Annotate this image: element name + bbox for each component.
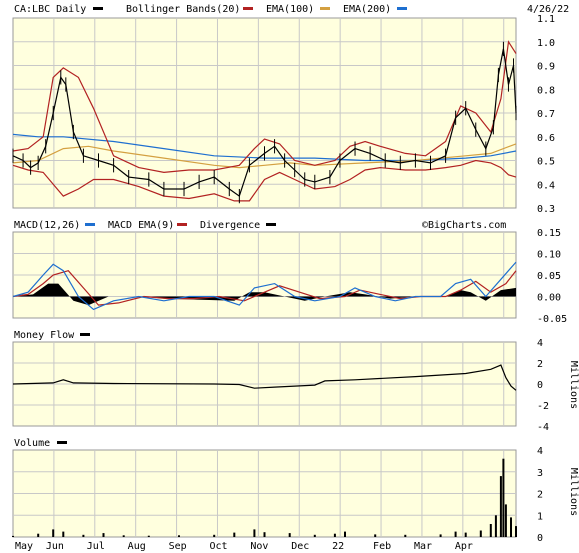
- y-tick-label: 3: [537, 468, 543, 479]
- volume-bar: [147, 535, 150, 537]
- y-tick-label: 0: [537, 533, 543, 544]
- y-tick-label: -2: [537, 401, 549, 412]
- volume-legend-swatch: [57, 441, 67, 444]
- x-tick-label: Aug: [128, 541, 146, 552]
- x-tick-label: May: [15, 541, 33, 552]
- volume-label: Volume: [14, 438, 50, 449]
- x-tick-label: Nov: [250, 541, 268, 552]
- money-flow-label: Money Flow: [14, 330, 75, 341]
- y-tick-label: 0.15: [537, 228, 561, 239]
- macd-ema-label: MACD EMA(9): [108, 220, 174, 231]
- y-tick-label: 4: [537, 446, 543, 457]
- price-legend-swatch: [93, 7, 103, 10]
- y-tick-label: 2: [537, 359, 543, 370]
- volume-bar: [288, 533, 291, 537]
- volume-bar: [344, 531, 346, 537]
- volume-bar: [499, 476, 502, 537]
- x-tick-label: Sep: [169, 541, 187, 552]
- chart-stage: CA:LBC Daily Bollinger Bands(20) EMA(100…: [0, 0, 579, 553]
- volume-bar: [504, 504, 507, 537]
- y-tick-label: 1.1: [537, 14, 555, 25]
- volume-bar: [178, 535, 180, 537]
- volume-unit: Millions: [568, 468, 579, 516]
- y-tick-label: 0.10: [537, 250, 561, 261]
- ema200-legend-swatch: [397, 7, 407, 10]
- volume-bar: [12, 535, 14, 537]
- volume-bar: [333, 533, 336, 537]
- volume-bar: [102, 533, 105, 537]
- volume-bar: [253, 529, 256, 537]
- volume-bar: [502, 458, 505, 537]
- x-tick-label: Dec: [291, 541, 309, 552]
- y-tick-label: 0.7: [537, 109, 555, 120]
- volume-bar: [37, 533, 40, 537]
- volume-bar: [263, 532, 266, 537]
- macd-ema-legend-swatch: [177, 223, 187, 226]
- stock-chart: CA:LBC Daily Bollinger Bands(20) EMA(100…: [12, 4, 579, 552]
- y-tick-label: 0.8: [537, 85, 555, 96]
- macd-label: MACD(12,26): [14, 220, 80, 231]
- ema200-label: EMA(200): [343, 4, 391, 15]
- money-flow-legend-swatch: [80, 333, 90, 336]
- watermark: ©BigCharts.com: [422, 220, 506, 231]
- divergence-label: Divergence: [200, 220, 260, 231]
- volume-bar: [510, 517, 512, 537]
- y-tick-label: 0.9: [537, 62, 555, 73]
- y-tick-label: 0.3: [537, 204, 555, 215]
- volume-bar: [454, 531, 457, 537]
- volume-bar: [62, 531, 65, 537]
- volume-bar: [52, 529, 55, 537]
- volume-bar: [374, 534, 377, 537]
- x-tick-label: Oct: [209, 541, 227, 552]
- volume-bar: [489, 524, 492, 537]
- macd-legend-swatch: [85, 223, 95, 226]
- x-tick-label: Apr: [455, 541, 473, 552]
- ema100-legend-swatch: [320, 7, 330, 10]
- x-tick-label: Mar: [414, 541, 432, 552]
- volume-bar: [479, 530, 482, 537]
- volume-bar: [82, 534, 85, 537]
- volume-bar: [515, 526, 517, 537]
- y-tick-label: 1.0: [537, 38, 555, 49]
- money-flow-unit: Millions: [568, 361, 579, 409]
- divergence-legend-swatch: [266, 223, 276, 226]
- y-tick-label: 0.00: [537, 293, 561, 304]
- volume-bar: [233, 532, 236, 537]
- y-tick-label: 4: [537, 338, 543, 349]
- y-tick-label: 0.05: [537, 271, 561, 282]
- x-tick-label: Jun: [46, 541, 64, 552]
- y-tick-label: 2: [537, 490, 543, 501]
- x-tick-label: 22: [332, 541, 344, 552]
- y-tick-label: 1: [537, 511, 543, 522]
- symbol-label: CA:LBC Daily: [14, 4, 86, 15]
- volume-bar: [313, 534, 316, 537]
- volume-bar: [122, 535, 125, 537]
- y-tick-label: 0.4: [537, 180, 555, 191]
- bollinger-label: Bollinger Bands(20): [126, 4, 240, 15]
- volume-bar: [494, 515, 497, 538]
- y-tick-label: -0.05: [537, 314, 567, 325]
- y-tick-label: 0.5: [537, 157, 555, 168]
- ema100-label: EMA(100): [266, 4, 314, 15]
- volume-bar: [404, 534, 407, 537]
- x-tick-label: Feb: [373, 541, 391, 552]
- y-tick-label: 0: [537, 380, 543, 391]
- y-tick-label: 0.6: [537, 133, 555, 144]
- y-tick-label: -4: [537, 422, 549, 433]
- volume-bar: [439, 534, 442, 537]
- bollinger-legend-swatch: [243, 7, 253, 10]
- volume-bar: [464, 532, 467, 537]
- x-tick-label: Jul: [87, 541, 105, 552]
- volume-bar: [213, 534, 216, 537]
